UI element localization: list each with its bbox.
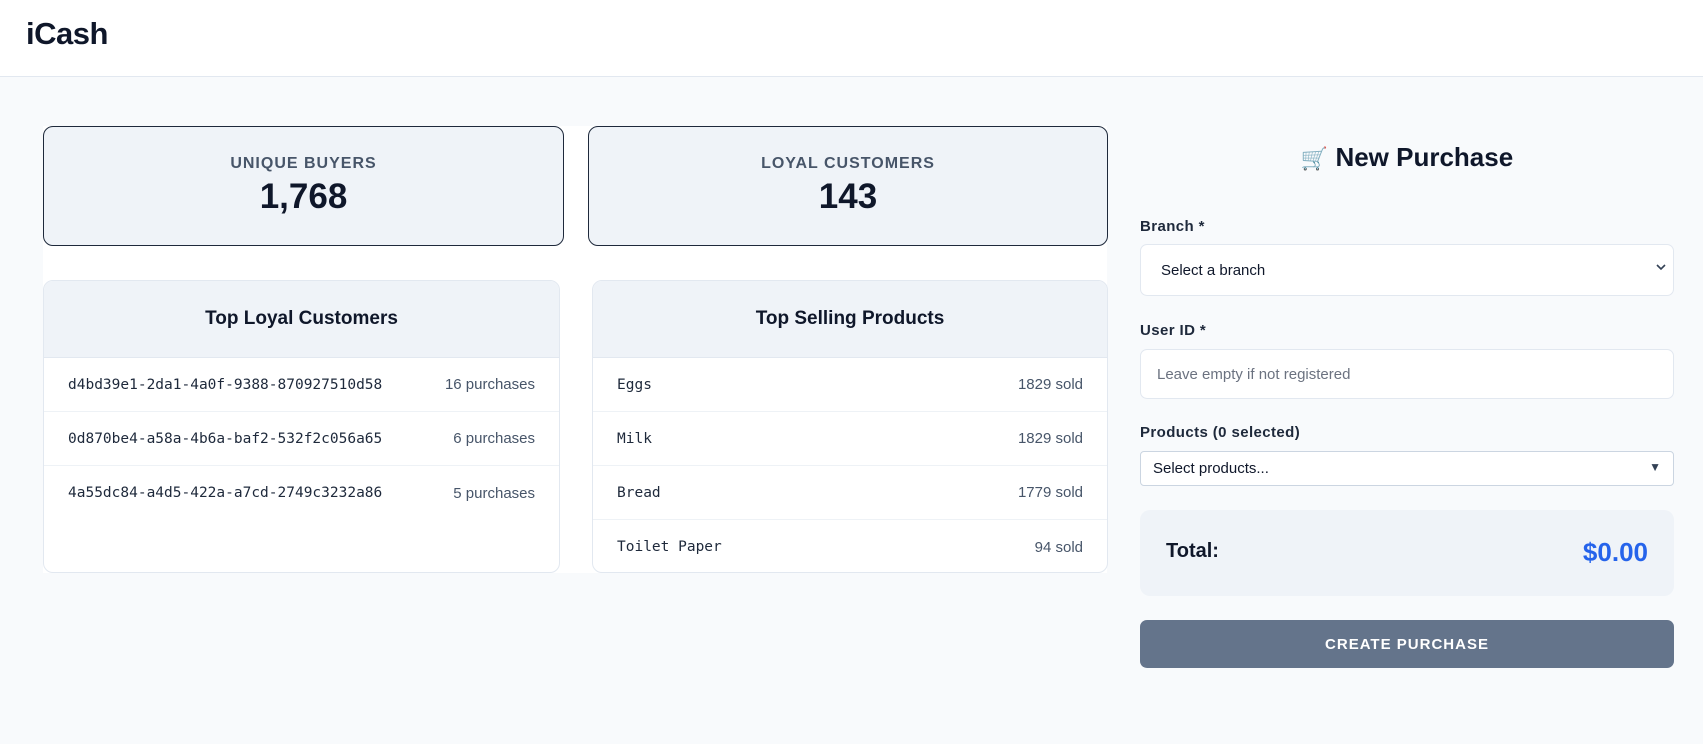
dropdown-arrow-icon: ▼ — [1649, 460, 1661, 474]
list-item: 0d870be4-a58a-4b6a-baf2-532f2c056a65 6 p… — [44, 412, 559, 466]
unique-buyers-value: 1,768 — [259, 177, 348, 216]
list-item: 4a55dc84-a4d5-422a-a7cd-2749c3232a86 5 p… — [44, 466, 559, 520]
product-name: Milk — [617, 430, 652, 447]
list-item: Bread 1779 sold — [593, 466, 1107, 520]
sold-count: 1779 sold — [1017, 484, 1083, 501]
list-item: Milk 1829 sold — [593, 412, 1107, 466]
total-box: Total: $0.00 — [1140, 510, 1674, 596]
branch-label: Branch * — [1140, 218, 1205, 235]
create-purchase-button[interactable]: CREATE PURCHASE — [1140, 620, 1674, 668]
sold-count: 94 sold — [1034, 538, 1083, 556]
top-selling-products-title: Top Selling Products — [593, 281, 1107, 358]
top-loyal-customers-title: Top Loyal Customers — [44, 281, 559, 358]
products-select-value: Select products... — [1153, 460, 1269, 477]
list-item: d4bd39e1-2da1-4a0f-9388-870927510d58 16 … — [44, 358, 559, 412]
list-item: Toilet Paper 94 sold — [593, 520, 1107, 572]
loyal-customers-card: LOYAL CUSTOMERS 143 — [588, 126, 1108, 246]
total-label: Total: — [1166, 540, 1219, 562]
product-name: Eggs — [617, 376, 652, 393]
branch-select-value: Select a branch — [1161, 261, 1266, 279]
products-label: Products (0 selected) — [1140, 424, 1301, 441]
products-select[interactable]: Select products... ▼ — [1140, 451, 1674, 486]
form-title: 🛒 New Purchase — [1140, 142, 1674, 173]
cart-icon: 🛒 — [1300, 146, 1329, 171]
purchase-count: 5 purchases — [453, 484, 535, 502]
purchase-count: 6 purchases — [453, 430, 535, 447]
customer-id: d4bd39e1-2da1-4a0f-9388-870927510d58 — [68, 376, 383, 393]
top-selling-products-card: Top Selling Products Eggs 1829 sold Milk… — [592, 280, 1108, 573]
customer-id: 0d870be4-a58a-4b6a-baf2-532f2c056a65 — [68, 430, 383, 447]
customer-id: 4a55dc84-a4d5-422a-a7cd-2749c3232a86 — [68, 485, 383, 501]
top-loyal-customers-card: Top Loyal Customers d4bd39e1-2da1-4a0f-9… — [43, 280, 560, 573]
loyal-customers-value: 143 — [818, 177, 878, 216]
app-logo[interactable]: iCash — [26, 16, 108, 52]
purchase-count: 16 purchases — [444, 376, 535, 393]
user-id-input[interactable] — [1140, 349, 1674, 399]
sold-count: 1829 sold — [1017, 430, 1083, 447]
user-id-label: User ID * — [1140, 322, 1207, 339]
loyal-customers-label: LOYAL CUSTOMERS — [761, 155, 935, 172]
top-bar: iCash — [0, 0, 1703, 77]
sold-count: 1829 sold — [1017, 376, 1083, 393]
unique-buyers-label: UNIQUE BUYERS — [230, 155, 377, 172]
branch-select[interactable]: Select a branch — [1140, 244, 1674, 296]
form-title-text: New Purchase — [1335, 142, 1514, 172]
product-name: Bread — [617, 484, 661, 501]
total-amount: $0.00 — [1582, 537, 1648, 567]
chevron-down-icon — [1655, 260, 1667, 276]
product-name: Toilet Paper — [617, 539, 722, 555]
unique-buyers-card: UNIQUE BUYERS 1,768 — [43, 126, 564, 246]
list-item: Eggs 1829 sold — [593, 358, 1107, 412]
